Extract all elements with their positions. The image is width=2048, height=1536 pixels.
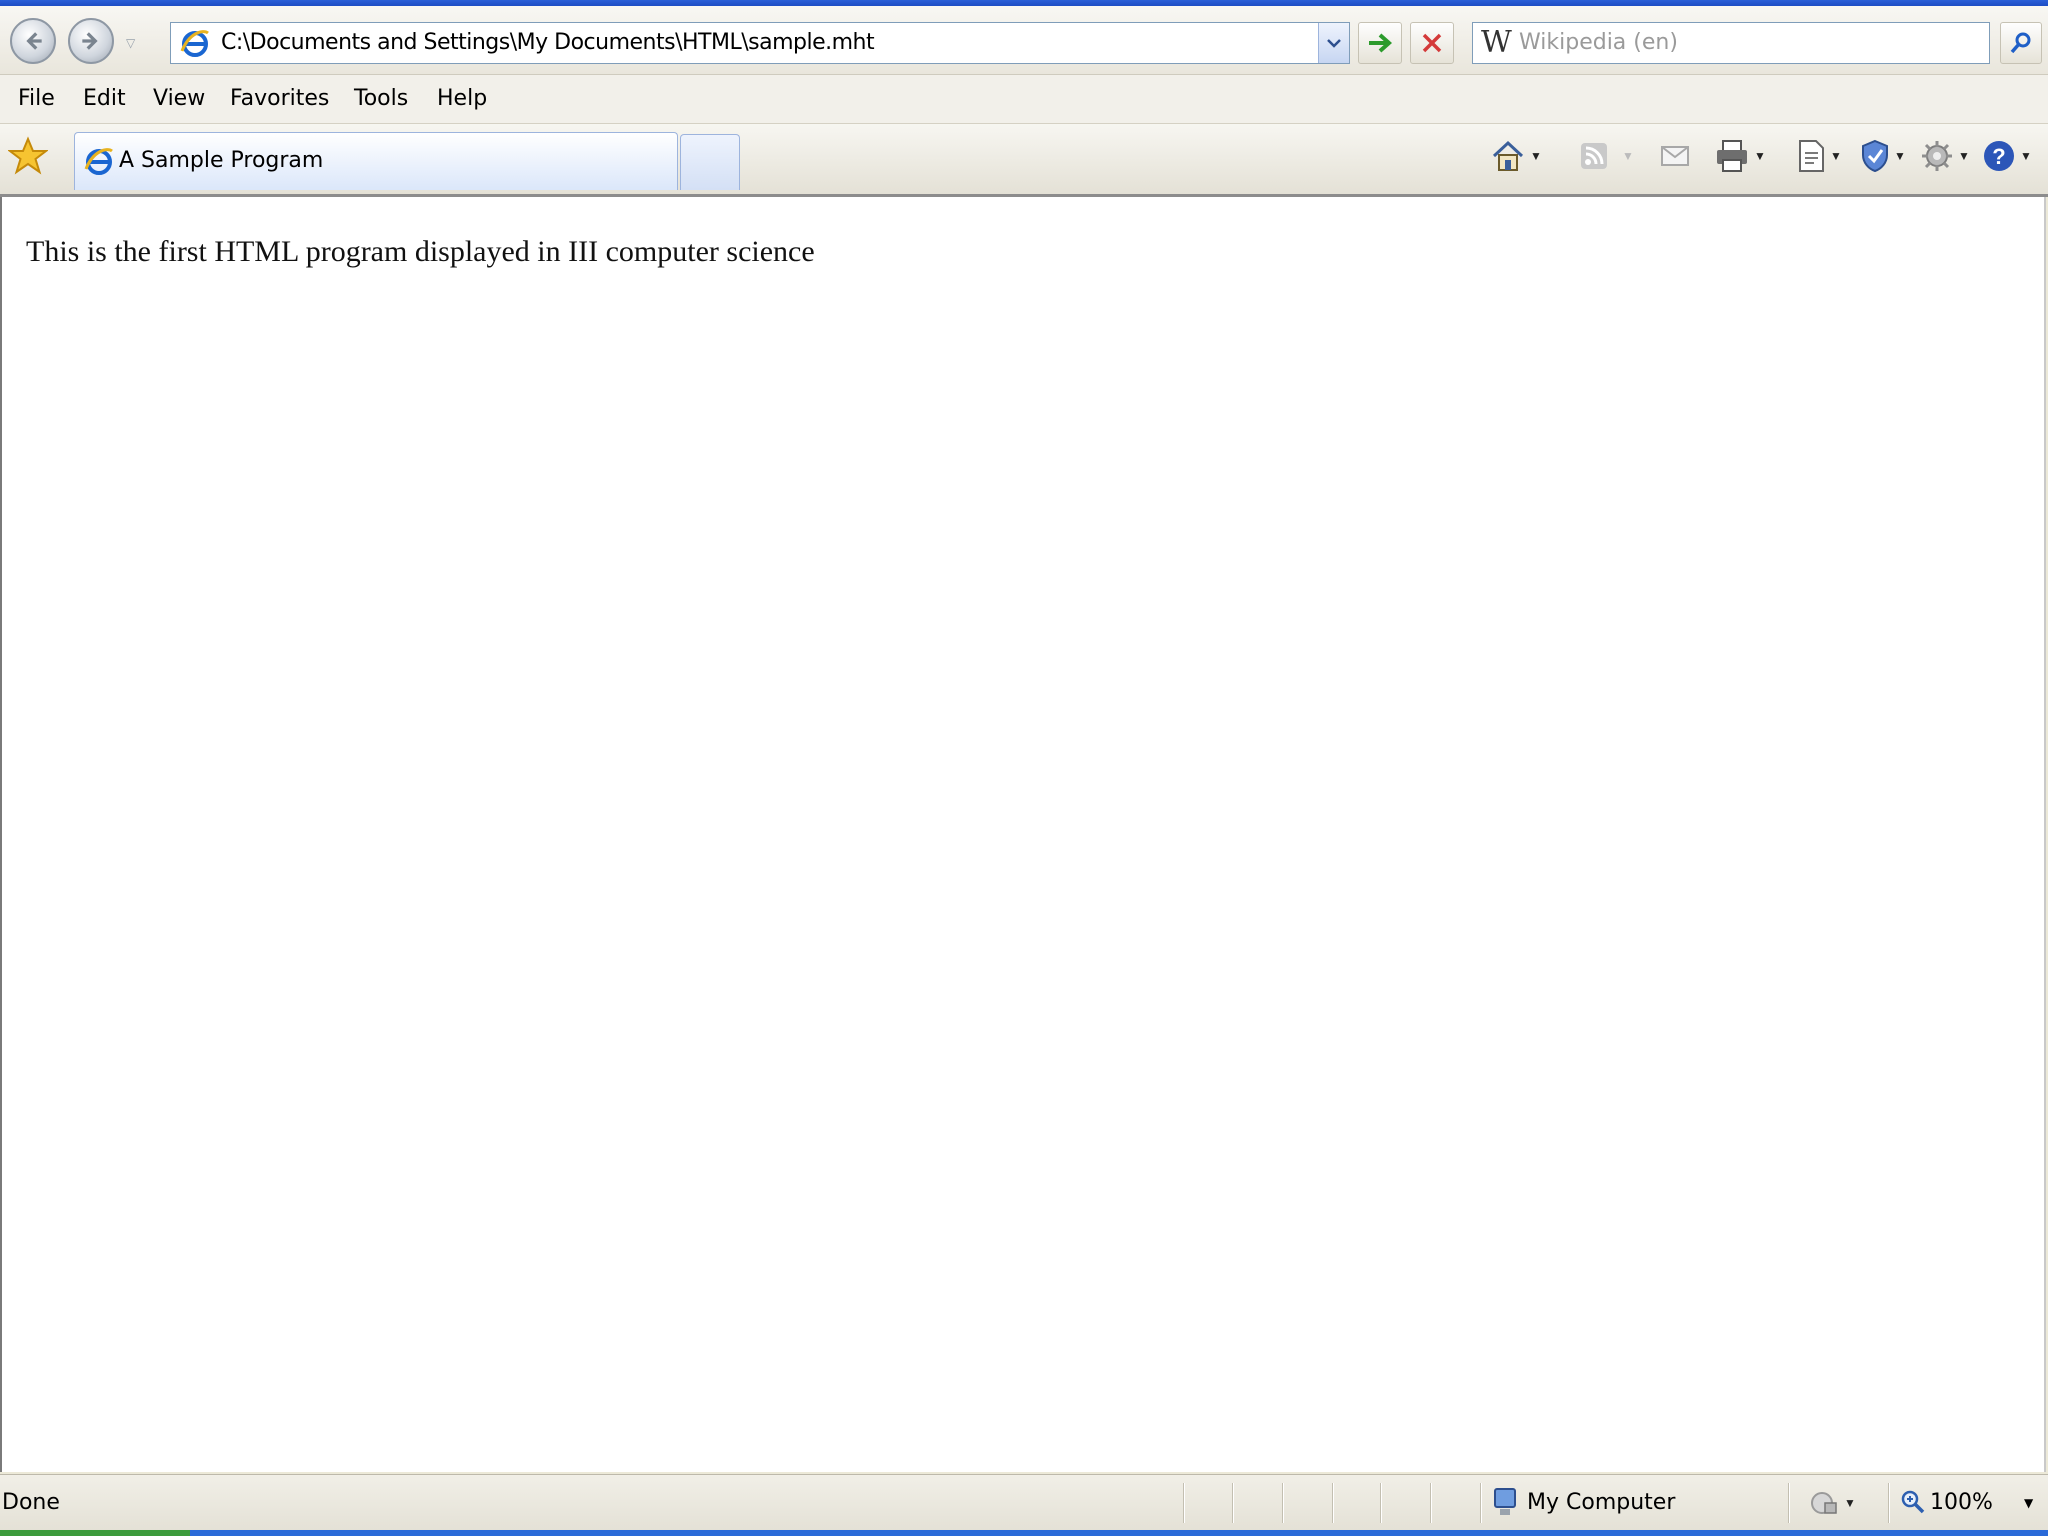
go-button[interactable] (1358, 22, 1402, 64)
print-button[interactable]: ▼ (1714, 138, 1766, 174)
new-tab-button[interactable] (680, 134, 740, 190)
search-input[interactable]: Wikipedia (en) (1519, 23, 1678, 63)
mail-button[interactable] (1660, 138, 1690, 174)
back-button[interactable] (10, 18, 56, 64)
address-input[interactable]: C:\Documents and Settings\My Documents\H… (221, 23, 875, 63)
print-icon (1717, 140, 1747, 172)
status-divider (1788, 1483, 1789, 1523)
home-button[interactable]: ▼ (1490, 138, 1542, 174)
ie-page-icon (180, 30, 209, 57)
forward-button[interactable] (68, 18, 114, 64)
status-divider (1380, 1483, 1381, 1523)
svg-text:?: ? (1992, 144, 2005, 169)
page-button[interactable]: ▼ (1796, 138, 1842, 174)
address-dropdown-button[interactable] (1318, 23, 1349, 63)
zoom-level[interactable]: 100% (1930, 1475, 1993, 1531)
go-arrow-icon (1369, 33, 1393, 53)
status-divider (1430, 1483, 1431, 1523)
page-icon (1799, 140, 1824, 172)
feeds-icon (1581, 143, 1607, 169)
tab-a-sample-program[interactable]: A Sample Program (74, 132, 678, 190)
status-divider (1282, 1483, 1283, 1523)
search-button[interactable] (2000, 22, 2042, 64)
back-icon (26, 32, 42, 50)
menu-help[interactable]: Help (437, 75, 487, 123)
status-divider (1480, 1483, 1481, 1523)
recent-pages-dropdown[interactable]: ▽ (126, 36, 140, 50)
taskbar-edge (0, 1530, 2048, 1536)
help-icon: ? (1984, 141, 2014, 171)
computer-icon (1494, 1488, 1516, 1515)
tab-title: A Sample Program (119, 148, 324, 173)
status-divider (1332, 1483, 1333, 1523)
status-divider (1232, 1483, 1233, 1523)
chevron-down-icon[interactable]: ▼ (1894, 149, 1906, 163)
status-text: Done (2, 1490, 60, 1515)
navigation-bar: ▽ C:\Documents and Settings\My Documents… (0, 6, 2048, 75)
protected-mode-button[interactable]: ▼ (1810, 1489, 1856, 1517)
page-content-area: This is the first HTML program displayed… (0, 197, 2046, 1472)
stop-button[interactable] (1410, 22, 1454, 64)
chevron-down-icon[interactable]: ▼ (2020, 149, 2032, 163)
address-bar[interactable]: C:\Documents and Settings\My Documents\H… (170, 22, 1350, 64)
security-zone-label[interactable]: My Computer (1527, 1475, 1675, 1531)
menu-file[interactable]: File (18, 75, 55, 123)
menu-view[interactable]: View (153, 75, 205, 123)
tools-gear-icon (1922, 141, 1952, 171)
wikipedia-icon: W (1481, 25, 1512, 60)
chevron-down-icon[interactable]: ▼ (1844, 1496, 1856, 1510)
chevron-down-icon (1327, 39, 1341, 48)
tab-bar: A Sample Program ▼ ▼ ▼ ▼ ▼ ▼ ? ▼ (0, 124, 2048, 197)
help-button[interactable]: ? ▼ (1982, 138, 2032, 174)
chevron-down-icon[interactable]: ▼ (1830, 149, 1842, 163)
menu-bar: File Edit View Favorites Tools Help (0, 75, 2048, 124)
lock-icon (1811, 1492, 1837, 1514)
menu-favorites[interactable]: Favorites (230, 75, 329, 123)
chevron-down-icon[interactable]: ▼ (2024, 1475, 2033, 1531)
chevron-down-icon[interactable]: ▼ (1754, 149, 1766, 163)
search-box[interactable]: W Wikipedia (en) (1472, 22, 1990, 64)
page-body-text: This is the first HTML program displayed… (26, 235, 815, 268)
tools-button[interactable]: ▼ (1920, 138, 1970, 174)
search-magnifier-icon (2010, 32, 2031, 54)
stop-icon (1422, 33, 1442, 53)
safety-button[interactable]: ▼ (1860, 138, 1906, 174)
chevron-down-icon[interactable]: ▼ (1958, 149, 1970, 163)
forward-icon (82, 32, 98, 50)
menu-edit[interactable]: Edit (83, 75, 126, 123)
zoom-icon (1901, 1490, 1925, 1514)
safety-shield-icon (1862, 139, 1888, 173)
status-divider (1183, 1483, 1184, 1523)
status-divider (1888, 1483, 1889, 1523)
ie-page-icon (84, 148, 113, 175)
home-icon (1492, 140, 1524, 171)
feeds-button[interactable]: ▼ (1580, 138, 1634, 174)
chevron-down-icon[interactable]: ▼ (1530, 149, 1542, 163)
mail-icon (1661, 146, 1689, 166)
chevron-down-icon[interactable]: ▼ (1622, 149, 1634, 163)
menu-tools[interactable]: Tools (354, 75, 408, 123)
status-bar: Done My Computer ▼ 100% ▼ (0, 1474, 2048, 1531)
favorites-star-icon[interactable] (8, 136, 48, 176)
